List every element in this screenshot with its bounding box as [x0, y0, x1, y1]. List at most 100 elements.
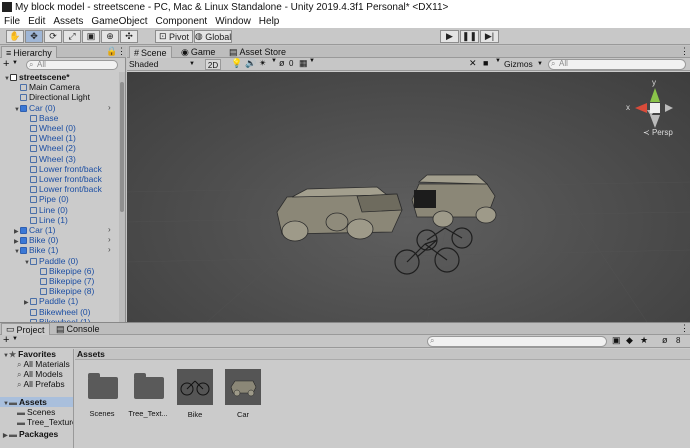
move-tool-icon[interactable]: ✥ [25, 30, 43, 43]
gizmos-dropdown[interactable]: Gizmos ▼ [504, 59, 544, 70]
orientation-gizmo[interactable]: y x ≺ Persp [621, 78, 681, 140]
add-icon[interactable]: + [3, 59, 9, 70]
add-icon[interactable]: + [3, 334, 9, 346]
menu-assets[interactable]: Assets [49, 16, 87, 27]
open-prefab-icon[interactable]: › [108, 235, 111, 245]
hierarchy-item[interactable]: Bikepipe (8) [0, 286, 118, 296]
menu-window[interactable]: Window [211, 16, 255, 27]
lighting-icon[interactable]: 💡 [231, 58, 242, 69]
star-icon[interactable]: ★ [640, 335, 648, 346]
rect-tool-icon[interactable]: ▣ [82, 30, 100, 43]
hierarchy-item[interactable]: ▼ Paddle (0) [0, 256, 118, 266]
hierarchy-search-input[interactable]: ⌕ All [26, 60, 118, 70]
hierarchy-item[interactable]: Pipe (0) [0, 194, 118, 204]
hierarchy-item[interactable]: ▼ streetscene* [0, 72, 118, 82]
hierarchy-item[interactable]: ▶ Bike (0) › [0, 235, 118, 245]
asset-tile-car[interactable]: Car [225, 369, 271, 439]
toggle-2d-button[interactable]: 2D [205, 59, 221, 70]
hierarchy-item[interactable]: Directional Light [0, 92, 118, 102]
open-prefab-icon[interactable]: › [108, 245, 111, 255]
hierarchy-item[interactable]: Wheel (3) [0, 154, 118, 164]
tab-hierarchy[interactable]: ≡ Hierarchy [1, 46, 57, 58]
chevron-down-icon[interactable]: ▼ [309, 58, 315, 64]
hierarchy-item[interactable]: Base [0, 113, 118, 123]
car-1-model[interactable] [411, 174, 497, 228]
hierarchy-item[interactable]: Wheel (0) [0, 123, 118, 133]
transform-tool-icon[interactable]: ⊕ [101, 30, 119, 43]
pause-button[interactable]: ❚❚ [460, 30, 479, 43]
hierarchy-item[interactable]: Line (1) [0, 215, 118, 225]
hierarchy-scrollbar[interactable] [119, 72, 125, 322]
chevron-down-icon[interactable]: ▼ [495, 58, 501, 64]
hierarchy-item[interactable]: Bikewheel (0) [0, 307, 118, 317]
hierarchy-item[interactable]: Bikepipe (7) [0, 276, 118, 286]
tab-scene[interactable]: # Scene [129, 46, 172, 58]
breadcrumb[interactable]: Assets [75, 349, 690, 360]
open-prefab-icon[interactable]: › [108, 225, 111, 235]
hierarchy-item[interactable]: Bikepipe (6) [0, 266, 118, 276]
hierarchy-item[interactable]: ▼ Bike (1) › [0, 245, 118, 255]
menu-dots-icon[interactable]: ⋮ [680, 46, 689, 57]
visibility-icon[interactable]: ø [279, 58, 285, 68]
filter-type-icon[interactable]: ▣ [612, 335, 621, 346]
menu-file[interactable]: File [0, 16, 24, 27]
hierarchy-item[interactable]: ▶ Paddle (1) [0, 296, 118, 306]
asset-tile-bike[interactable]: Bike [177, 369, 223, 439]
asset-tile-scenes[interactable]: Scenes [85, 371, 131, 441]
hierarchy-item[interactable]: Lower front/back [0, 174, 118, 184]
hierarchy-item[interactable]: Wheel (2) [0, 143, 118, 153]
step-button[interactable]: ▶| [480, 30, 499, 43]
car-0-model[interactable] [276, 186, 403, 242]
lock-icon[interactable]: 🔒 [106, 46, 117, 57]
visibility-icon[interactable]: ø [662, 335, 668, 345]
project-tree-item[interactable]: ▼★ Favorites [0, 349, 73, 359]
project-tree-item[interactable]: ▼▬ Assets [0, 397, 73, 407]
shading-dropdown[interactable]: Shaded ▼ [129, 59, 199, 70]
filter-label-icon[interactable]: ◆ [626, 335, 633, 346]
custom-tool-icon[interactable]: ✣ [120, 30, 138, 43]
camera-icon[interactable]: ■ [483, 58, 488, 68]
scale-tool-icon[interactable]: ⤢ [63, 30, 81, 43]
open-prefab-icon[interactable]: › [108, 103, 111, 113]
global-toggle[interactable]: ◍ Global [194, 30, 232, 43]
pivot-toggle[interactable]: ⊡ Pivot [155, 30, 193, 43]
hierarchy-item[interactable]: Line (0) [0, 205, 118, 215]
persp-label[interactable]: ≺ Persp [643, 128, 673, 137]
grid-icon[interactable]: ▦ [299, 58, 308, 69]
hierarchy-item[interactable]: Wheel (1) [0, 133, 118, 143]
hierarchy-item[interactable]: ▼ Car (0) › [0, 103, 118, 113]
tab-asset-store[interactable]: ▤ Asset Store [225, 46, 290, 58]
hierarchy-scroll-thumb[interactable] [120, 82, 124, 212]
chevron-down-icon[interactable]: ▼ [271, 58, 277, 64]
asset-tile-tree-textures[interactable]: Tree_Text... [128, 371, 177, 441]
effects-icon[interactable]: ✴ [259, 58, 267, 69]
menu-edit[interactable]: Edit [24, 16, 49, 27]
chevron-down-icon[interactable]: ▼ [12, 60, 18, 66]
tab-console[interactable]: ▤ Console [52, 323, 104, 335]
project-tree-item[interactable]: ⌕ All Prefabs [0, 379, 73, 389]
project-search-input[interactable]: ⌕ [427, 336, 607, 347]
menu-dots-icon[interactable]: ⋮ [680, 323, 689, 334]
scene-search-input[interactable]: ⌕ All [548, 59, 686, 70]
hierarchy-item[interactable]: Lower front/back [0, 164, 118, 174]
rotate-tool-icon[interactable]: ⟳ [44, 30, 62, 43]
tools-icon[interactable]: ✕ [469, 58, 477, 69]
menu-gameobject[interactable]: GameObject [87, 16, 151, 27]
project-tree-item[interactable]: ▬ Scenes [0, 407, 73, 417]
chevron-down-icon[interactable]: ▼ [12, 336, 18, 342]
hierarchy-item[interactable]: ▶ Car (1) › [0, 225, 118, 235]
play-button[interactable]: ▶ [440, 30, 459, 43]
scene-viewport[interactable]: y x ≺ Persp [127, 72, 690, 322]
hierarchy-item[interactable]: Main Camera [0, 82, 118, 92]
menu-help[interactable]: Help [255, 16, 284, 27]
menu-dots-icon[interactable]: ⋮ [117, 46, 126, 57]
hierarchy-item[interactable]: Lower front/back [0, 184, 118, 194]
project-tree-item[interactable]: ▶▬ Packages [0, 429, 73, 439]
project-tree-item[interactable]: ▬Tree_Textures [0, 417, 73, 427]
menu-component[interactable]: Component [152, 16, 212, 27]
bike-models[interactable] [394, 227, 473, 275]
project-tree-item[interactable]: ⌕ All Models [0, 369, 73, 379]
project-tree-item[interactable]: ⌕ All Materials [0, 359, 73, 369]
hand-tool-icon[interactable]: ✋ [6, 30, 24, 43]
tab-game[interactable]: ◉ Game [177, 46, 219, 58]
